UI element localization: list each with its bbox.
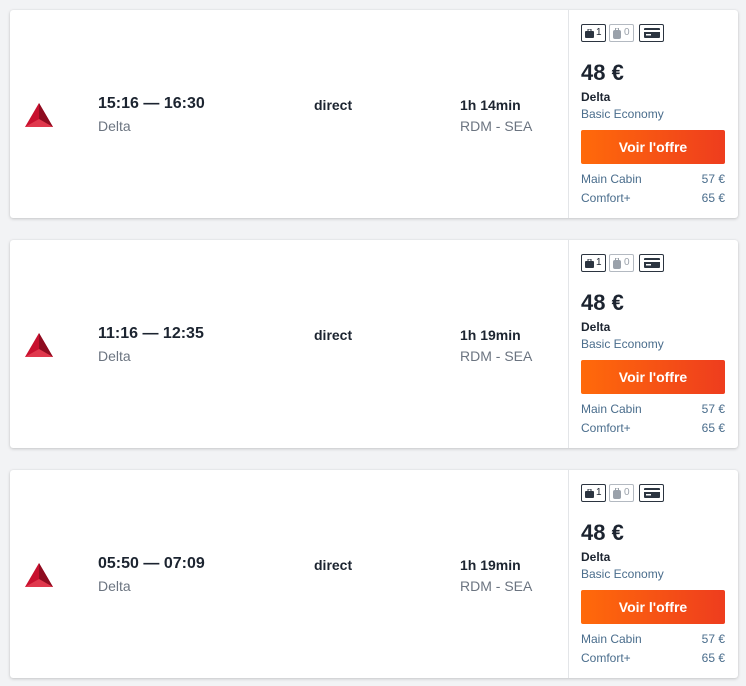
cabin-bag-icon: [585, 259, 594, 268]
view-offer-button[interactable]: Voir l'offre: [581, 130, 725, 164]
checked-bag-icon: [613, 258, 621, 269]
flight-result-card[interactable]: 11:16 — 12:35 Delta direct 1h 19min RDM …: [10, 240, 738, 448]
cabin-bag-count: 1: [596, 487, 602, 498]
checked-bag-badge[interactable]: 0: [609, 24, 634, 42]
checked-bag-icon: [613, 488, 621, 499]
alt-fare-price: 57 €: [701, 402, 725, 416]
alt-fare-row[interactable]: Comfort+ 65 €: [581, 421, 725, 437]
fare-class: Basic Economy: [581, 107, 664, 121]
price: 48 €: [581, 60, 624, 85]
cabin-bag-badge[interactable]: 1: [581, 254, 606, 272]
alt-fare-name: Comfort+: [581, 651, 631, 665]
stops-label: direct: [314, 327, 353, 343]
checked-bag-badge[interactable]: 0: [609, 254, 634, 272]
credit-card-icon: [644, 28, 660, 38]
alt-fare-name: Main Cabin: [581, 172, 642, 186]
view-offer-button[interactable]: Voir l'offre: [581, 590, 725, 624]
alt-fare-name: Main Cabin: [581, 402, 642, 416]
delta-logo-icon: [25, 333, 53, 357]
fare-info-badge[interactable]: [639, 24, 664, 42]
credit-card-icon: [644, 258, 660, 268]
cabin-bag-badge[interactable]: 1: [581, 24, 606, 42]
flight-times: 11:16 — 12:35: [98, 325, 204, 342]
alt-fare-name: Comfort+: [581, 421, 631, 435]
credit-card-icon: [644, 488, 660, 498]
airline-name: Delta: [98, 348, 131, 364]
price-panel: 1 0 48 € Delta Basic Economy Voir l'offr…: [568, 240, 739, 448]
flight-duration: 1h 19min: [460, 327, 521, 343]
fare-class: Basic Economy: [581, 337, 664, 351]
stops-label: direct: [314, 97, 353, 113]
price-panel: 1 0 48 € Delta Basic Economy Voir l'offr…: [568, 470, 739, 678]
cabin-bag-count: 1: [596, 27, 602, 38]
flight-result-card[interactable]: 05:50 — 07:09 Delta direct 1h 19min RDM …: [10, 470, 738, 678]
alt-fare-name: Comfort+: [581, 191, 631, 205]
cabin-bag-icon: [585, 489, 594, 498]
flight-times: 15:16 — 16:30: [98, 95, 205, 112]
price-panel: 1 0 48 € Delta Basic Economy Voir l'offr…: [568, 10, 739, 218]
alt-fare-price: 65 €: [701, 651, 725, 665]
airline-name: Delta: [98, 578, 131, 594]
flight-route: RDM - SEA: [460, 348, 533, 364]
checked-bag-count: 0: [624, 257, 630, 268]
alt-fare-row[interactable]: Comfort+ 65 €: [581, 191, 725, 207]
checked-bag-icon: [613, 28, 621, 39]
delta-logo-icon: [25, 103, 53, 127]
fare-info-badge[interactable]: [639, 254, 664, 272]
alt-fare-row[interactable]: Main Cabin 57 €: [581, 402, 725, 418]
price: 48 €: [581, 520, 624, 545]
cabin-bag-badge[interactable]: 1: [581, 484, 606, 502]
price-airline: Delta: [581, 550, 611, 564]
flight-route: RDM - SEA: [460, 118, 533, 134]
checked-bag-badge[interactable]: 0: [609, 484, 634, 502]
alt-fare-row[interactable]: Main Cabin 57 €: [581, 632, 725, 648]
alt-fare-price: 57 €: [701, 632, 725, 646]
results-list: 15:16 — 16:30 Delta direct 1h 14min RDM …: [0, 0, 746, 686]
flight-duration: 1h 19min: [460, 557, 521, 573]
price-airline: Delta: [581, 90, 611, 104]
price: 48 €: [581, 290, 624, 315]
stops-label: direct: [314, 557, 353, 573]
price-airline: Delta: [581, 320, 611, 334]
fare-class: Basic Economy: [581, 567, 664, 581]
checked-bag-count: 0: [624, 27, 630, 38]
alt-fare-row[interactable]: Comfort+ 65 €: [581, 651, 725, 667]
fare-info-badge[interactable]: [639, 484, 664, 502]
flight-result-card[interactable]: 15:16 — 16:30 Delta direct 1h 14min RDM …: [10, 10, 738, 218]
view-offer-button[interactable]: Voir l'offre: [581, 360, 725, 394]
alt-fare-price: 65 €: [701, 421, 725, 435]
cabin-bag-icon: [585, 29, 594, 38]
checked-bag-count: 0: [624, 487, 630, 498]
airline-name: Delta: [98, 118, 131, 134]
flight-route: RDM - SEA: [460, 578, 533, 594]
cabin-bag-count: 1: [596, 257, 602, 268]
alt-fare-price: 57 €: [701, 172, 725, 186]
flight-duration: 1h 14min: [460, 97, 521, 113]
alt-fare-row[interactable]: Main Cabin 57 €: [581, 172, 725, 188]
delta-logo-icon: [25, 563, 53, 587]
flight-times: 05:50 — 07:09: [98, 555, 205, 572]
alt-fare-name: Main Cabin: [581, 632, 642, 646]
alt-fare-price: 65 €: [701, 191, 725, 205]
